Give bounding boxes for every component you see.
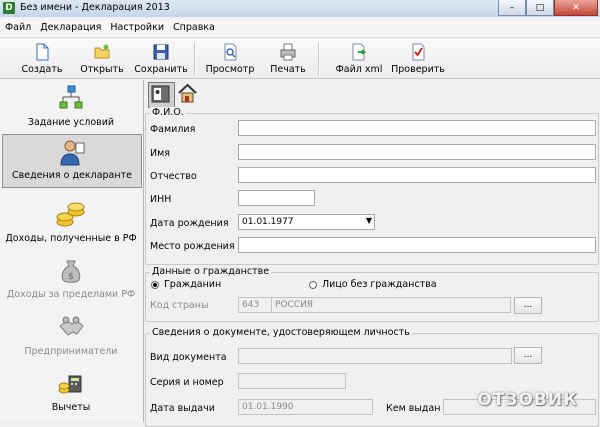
name-label: Имя [150, 148, 170, 159]
patronymic-field[interactable] [238, 167, 596, 183]
create-button[interactable]: Создать [18, 41, 66, 77]
sidebar-label: Доходы, полученные в РФ [5, 233, 137, 244]
series-label: Серия и номер [150, 377, 224, 388]
citizen-radio[interactable] [151, 281, 159, 289]
open-button[interactable]: Открыть [80, 41, 124, 77]
sidebar-label: Задание условий [27, 117, 115, 128]
issued-by-label: Кем выдан [386, 403, 441, 414]
xml-export-icon [352, 43, 367, 61]
birthplace-label: Место рождения [150, 241, 235, 252]
citizen-label: Гражданин [164, 279, 222, 290]
doc-type-field[interactable] [238, 348, 512, 364]
coins-icon [56, 202, 85, 227]
fio-group-title: Ф.И.О. [150, 107, 186, 118]
handshake-icon [59, 316, 84, 336]
toolbar-divider [318, 43, 320, 75]
inn-field[interactable] [238, 190, 315, 206]
window-title: Без имени - Декларация 2013 [20, 2, 170, 13]
xml-file-label: Файл xml [335, 64, 383, 75]
toolbar-divider [194, 43, 196, 75]
surname-field[interactable] [238, 120, 596, 136]
network-diagram-icon [59, 85, 83, 109]
new-document-icon [36, 43, 49, 61]
id-document-group-title: Сведения о документе, удостоверяющем лич… [150, 327, 412, 338]
check-document-icon [412, 43, 425, 61]
preview-document-icon [224, 43, 237, 61]
svg-text:$: $ [68, 272, 74, 282]
preview-label: Просмотр [205, 64, 255, 75]
sidebar-item-entrepreneurs[interactable]: Предприниматели [2, 312, 140, 362]
sidebar-item-income-abroad[interactable]: $ Доходы за пределами РФ [2, 255, 140, 305]
toolbar: Создать Открыть Сохранить Просмотр Печат… [0, 39, 600, 79]
dropdown-arrow-icon[interactable]: ▼ [366, 216, 372, 225]
open-label: Открыть [80, 64, 124, 75]
sidebar-item-declarant[interactable]: Сведения о декларанте [2, 134, 142, 188]
sidebar-item-income-rf[interactable]: Доходы, полученные в РФ [2, 198, 140, 248]
birthdate-picker[interactable]: 01.01.1977 ▼ [238, 214, 375, 230]
watermark-logo: ОТЗОВИК [477, 390, 578, 410]
stateless-label: Лицо без гражданства [322, 279, 437, 290]
calculator-coins-icon [58, 375, 82, 394]
print-button[interactable]: Печать [268, 41, 308, 77]
birthdate-label: Дата рождения [150, 218, 229, 229]
name-field[interactable] [238, 144, 596, 160]
sidebar-label: Вычеты [51, 402, 91, 413]
app-logo-icon: D [3, 2, 15, 14]
issue-date-field[interactable]: 01.01.1990 [238, 399, 373, 415]
inn-label: ИНН [150, 194, 172, 205]
floppy-disk-icon [153, 44, 169, 60]
sidebar: Задание условий Сведения о декларанте До… [0, 80, 144, 422]
check-button[interactable]: Проверить [390, 41, 446, 77]
save-button[interactable]: Сохранить [134, 41, 188, 77]
doc-type-select-button[interactable]: ... [514, 347, 542, 364]
open-folder-icon [94, 44, 110, 59]
country-select-button[interactable]: ... [514, 297, 542, 314]
birthdate-value: 01.01.1977 [242, 217, 294, 227]
series-field[interactable] [238, 373, 346, 389]
sidebar-item-conditions[interactable]: Задание условий [2, 84, 140, 132]
tab-address[interactable] [176, 82, 201, 106]
sidebar-label: Доходы за пределами РФ [6, 289, 136, 300]
xml-file-button[interactable]: Файл xml [334, 41, 384, 77]
sidebar-item-deductions[interactable]: Вычеты [2, 368, 140, 418]
country-name-field: РОССИЯ [271, 297, 511, 313]
house-icon [178, 83, 197, 103]
sidebar-label: Сведения о декларанте [12, 170, 132, 181]
menu-help[interactable]: Справка [168, 19, 219, 37]
menu-settings[interactable]: Настройки [105, 19, 168, 37]
issue-date-label: Дата выдачи [150, 403, 215, 414]
window-controls: – □ ✕ [498, 0, 598, 16]
sidebar-label: Предприниматели [24, 346, 118, 357]
patronymic-label: Отчество [150, 171, 197, 182]
menu-declaration[interactable]: Декларация [35, 19, 105, 37]
issue-date-value: 01.01.1990 [242, 402, 294, 412]
doc-type-label: Вид документа [150, 352, 227, 363]
citizenship-group-title: Данные о гражданстве [150, 266, 272, 277]
person-icon [60, 140, 85, 166]
minimize-button[interactable]: – [498, 0, 526, 16]
person-card-icon [151, 85, 170, 103]
maximize-button[interactable]: □ [526, 0, 554, 16]
country-code-label: Код страны [150, 300, 209, 311]
money-bag-icon: $ [61, 260, 81, 283]
preview-button[interactable]: Просмотр [203, 41, 257, 77]
check-label: Проверить [391, 64, 445, 75]
printer-icon [280, 43, 296, 61]
country-code-field: 643 [238, 297, 272, 313]
close-button[interactable]: ✕ [554, 0, 598, 16]
birthplace-field[interactable] [238, 237, 596, 253]
stateless-radio[interactable] [309, 281, 317, 289]
tab-personal-data[interactable] [148, 82, 175, 108]
title-bar: D Без имени - Декларация 2013 – □ ✕ [0, 0, 600, 17]
menu-bar: Файл Декларация Настройки Справка [0, 19, 600, 38]
save-label: Сохранить [134, 64, 188, 75]
tab-strip [145, 80, 600, 108]
surname-label: Фамилия [150, 124, 196, 135]
print-label: Печать [270, 64, 306, 75]
menu-file[interactable]: Файл [0, 19, 35, 37]
create-label: Создать [21, 64, 63, 75]
